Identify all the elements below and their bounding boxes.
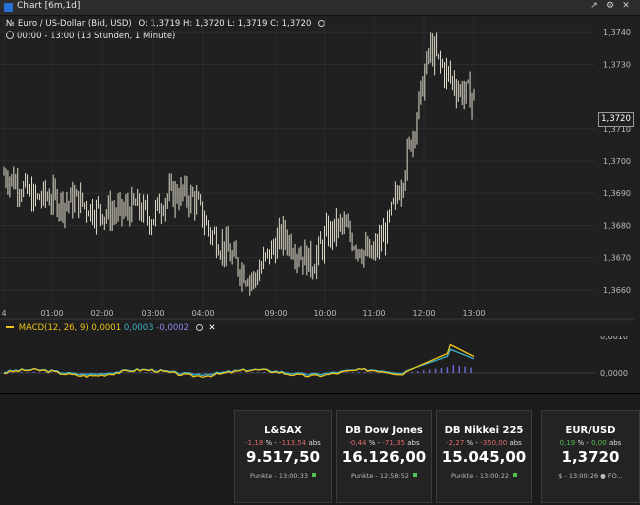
macd-value: 0,0001 <box>91 323 122 333</box>
quote-tile-lsax[interactable]: L&SAX -1,18 % - -113,54 abs 9.517,50 Pun… <box>234 410 332 503</box>
x-tick-label: 13:00 <box>462 309 485 318</box>
quote-change: -1,18 % - -113,54 abs <box>245 439 321 447</box>
quote-name: L&SAX <box>264 425 302 436</box>
x-tick-label: 02:00 <box>90 309 113 318</box>
macd-chart[interactable]: 0,0010 0,0000 <box>0 336 634 391</box>
export-icon[interactable]: ↗ <box>588 1 600 11</box>
histogram-value: -0,0002 <box>156 323 190 333</box>
signal-line <box>3 348 475 377</box>
quote-footer: Punkte - 13:00:33 <box>235 472 331 480</box>
quote-footer: Punkte - 12:58:52 <box>337 472 431 480</box>
macd-color-swatch <box>6 326 14 328</box>
settings-icon[interactable]: ⚙ <box>604 1 616 11</box>
close-icon[interactable]: ✕ <box>620 1 632 11</box>
y-tick-label: 1,3740 <box>603 28 631 37</box>
macd-legend: MACD(12, 26, 9) 0,0001 0,0003 -0,0002 ✕ <box>6 323 216 333</box>
macd-name: MACD(12, 26, 9) <box>18 323 89 333</box>
quote-name: EUR/USD <box>565 425 616 436</box>
quote-value: 15.045,00 <box>441 448 527 466</box>
quote-tile-dow-jones[interactable]: DB Dow Jones -0,44 % - -71,35 abs 16.126… <box>336 410 432 503</box>
y-tick-label: 1,3680 <box>603 221 631 230</box>
y-tick-label: 1,3730 <box>603 60 631 69</box>
last-price-tag: 1,3720 <box>598 112 634 127</box>
status-dot <box>513 473 518 477</box>
x-tick-label: 4 <box>1 309 6 318</box>
chart-area[interactable]: № Euro / US-Dollar (Bid, USD) O: 1,3719 H… <box>0 16 634 324</box>
quote-change: 0,19 % - 0,00 abs <box>559 439 622 447</box>
status-dot <box>413 473 418 477</box>
chart-window: Chart [6m,1d] ↗ ⚙ ✕ № Euro / US-Dollar (B… <box>0 0 640 394</box>
macd-close-icon[interactable]: ✕ <box>209 323 216 333</box>
svg-text:0,0010: 0,0010 <box>600 336 628 341</box>
x-tick-label: 09:00 <box>264 309 287 318</box>
x-tick-label: 01:00 <box>40 309 63 318</box>
status-dot <box>312 473 317 477</box>
x-tick-label: 04:00 <box>191 309 214 318</box>
quote-tile-eurusd[interactable]: EUR/USD 0,19 % - 0,00 abs 1,3720 $ - 13:… <box>541 410 640 503</box>
price-chart[interactable]: 1,37401,37301,37101,37001,36901,36801,36… <box>0 16 634 324</box>
quote-value: 9.517,50 <box>245 448 321 466</box>
quote-footer: $ - 13:00:26 ● FO... <box>558 472 623 480</box>
window-title: Chart [6m,1d] <box>17 1 81 11</box>
y-tick-label: 1,3700 <box>603 157 631 166</box>
quote-footer: Punkte - 13:00:22 <box>437 472 531 480</box>
y-tick-label: 1,3670 <box>603 254 631 263</box>
quote-change: -0,44 % - -71,35 abs <box>348 439 420 447</box>
y-tick-label: 1,3690 <box>603 189 631 198</box>
quote-name: DB Dow Jones <box>345 425 423 436</box>
signal-value: 0,0003 <box>123 323 154 333</box>
quote-change: -2,27 % - -350,00 abs <box>446 439 522 447</box>
svg-text:0,0000: 0,0000 <box>600 369 628 378</box>
quote-tile-nikkei[interactable]: DB Nikkei 225 -2,27 % - -350,00 abs 15.0… <box>436 410 532 503</box>
x-tick-label: 10:00 <box>313 309 336 318</box>
x-tick-label: 11:00 <box>362 309 385 318</box>
x-tick-label: 12:00 <box>412 309 435 318</box>
quote-name: DB Nikkei 225 <box>444 425 524 436</box>
quote-value: 16.126,00 <box>341 448 427 466</box>
x-tick-label: 03:00 <box>141 309 164 318</box>
quote-value: 1,3720 <box>561 448 620 466</box>
quote-tiles: L&SAX -1,18 % - -113,54 abs 9.517,50 Pun… <box>0 396 640 505</box>
title-bar: Chart [6m,1d] ↗ ⚙ ✕ <box>0 0 640 16</box>
macd-settings-icon[interactable] <box>195 324 203 331</box>
y-tick-label: 1,3660 <box>603 286 631 295</box>
chart-app-icon <box>4 3 13 12</box>
